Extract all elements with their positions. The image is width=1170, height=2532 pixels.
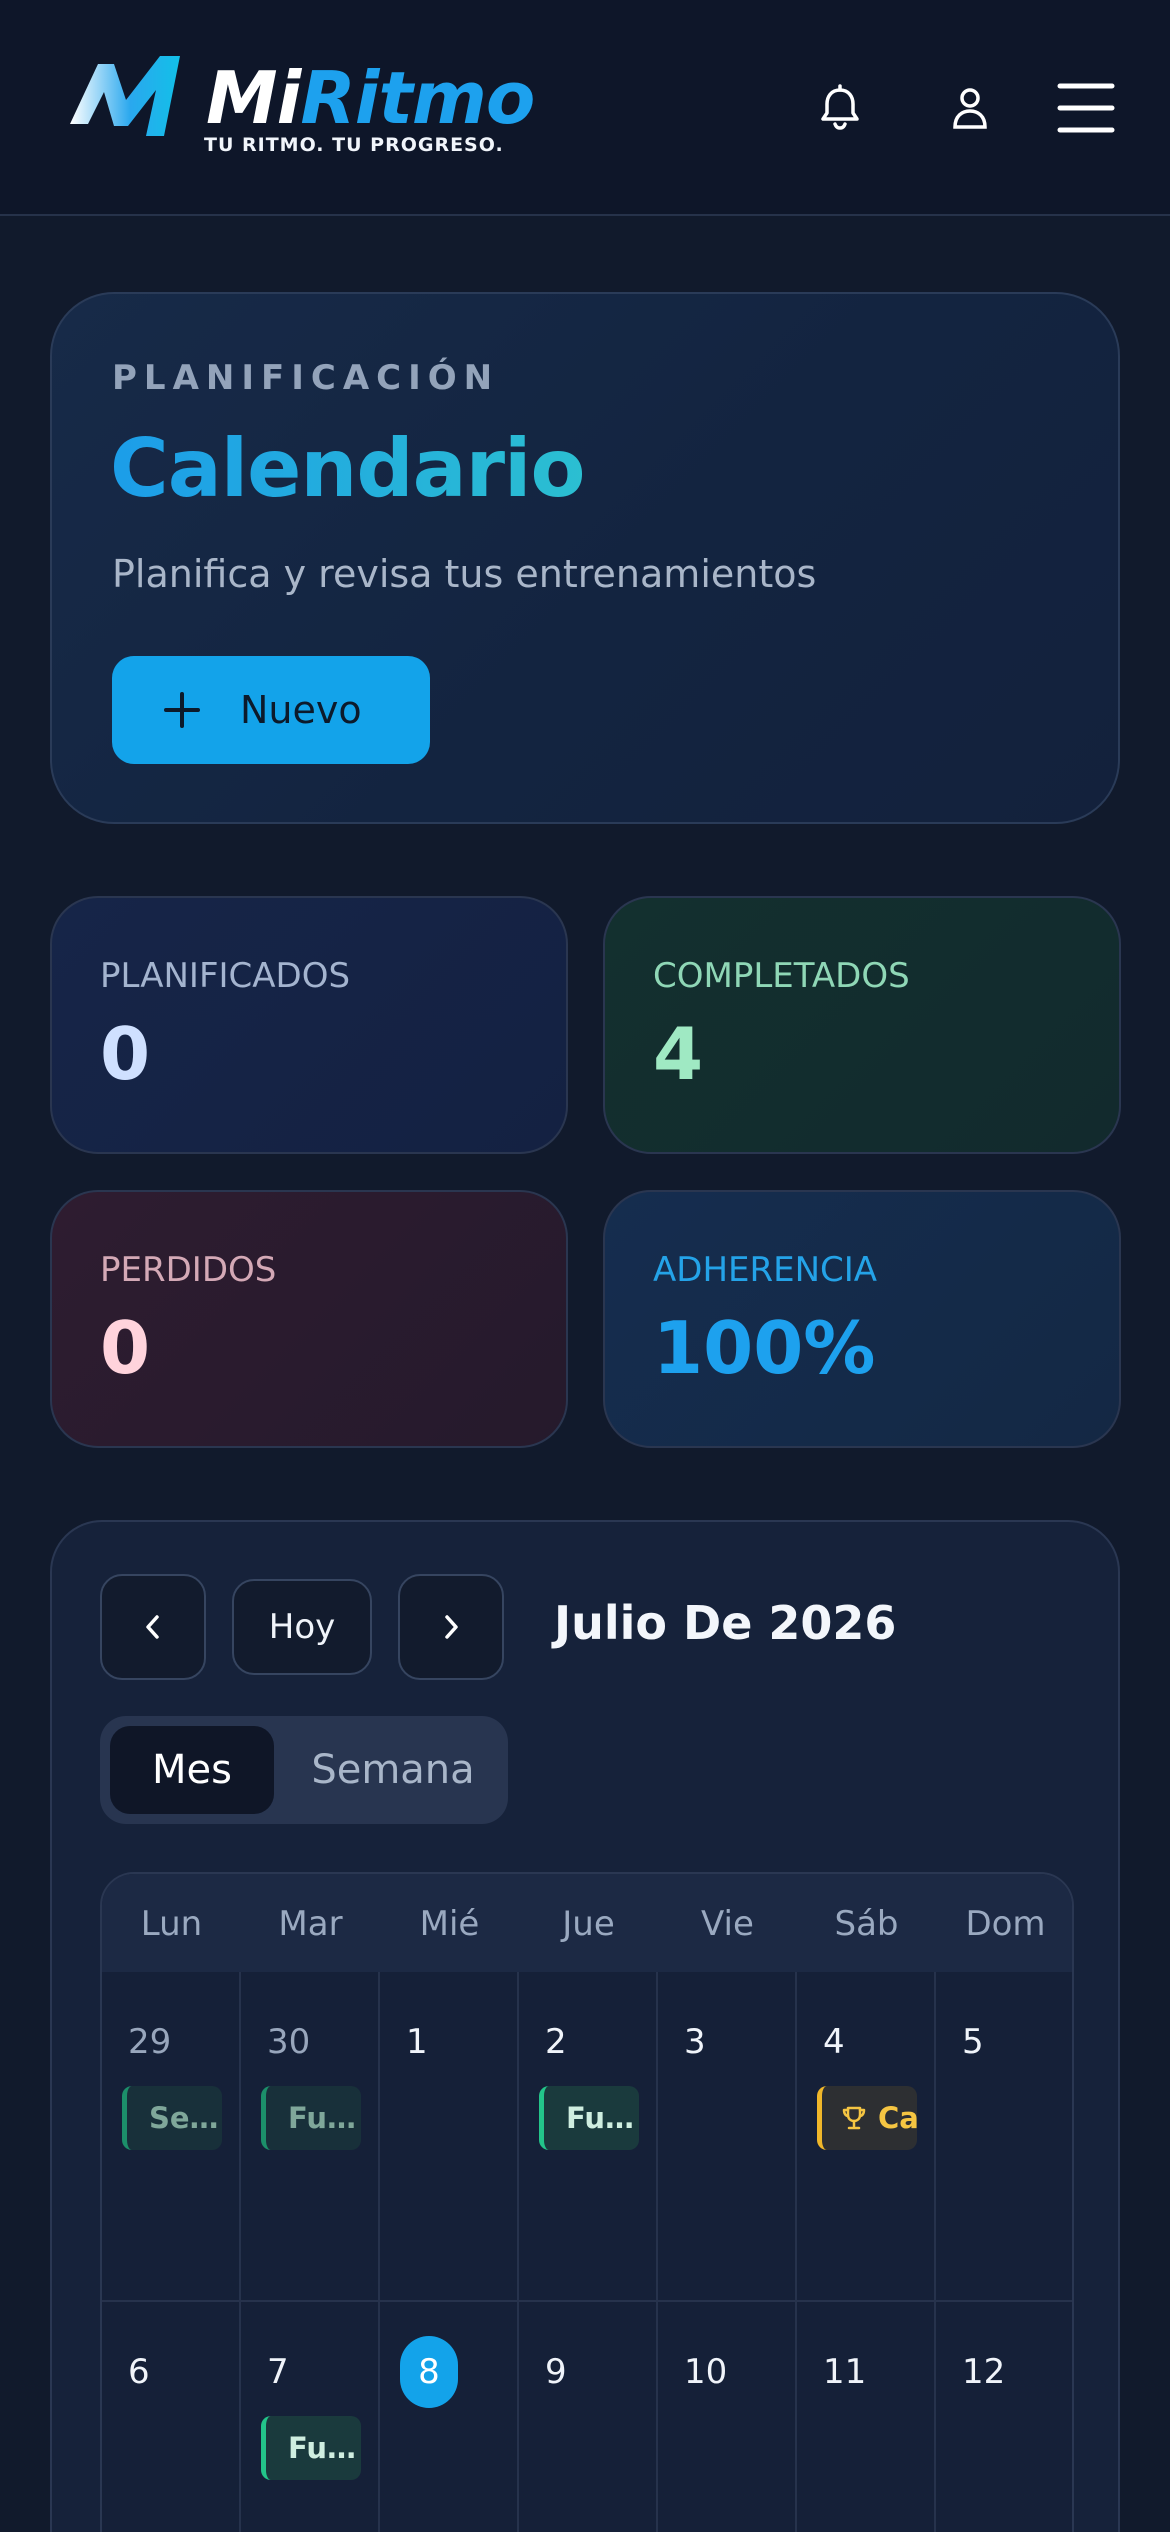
new-button-label: Nuevo	[240, 688, 362, 732]
new-workout-button[interactable]: Nuevo	[112, 656, 430, 764]
day-number: 4	[823, 2022, 845, 2062]
day-number: 29	[128, 2022, 172, 2062]
user-icon[interactable]	[942, 80, 998, 136]
calendar-event[interactable]: Se…	[122, 2086, 222, 2150]
day-number: 2	[545, 2022, 567, 2062]
day-number: 6	[128, 2352, 150, 2392]
app-name-part2: Ritmo	[300, 56, 535, 140]
day-cell[interactable]: 29 Se…	[102, 1972, 241, 2302]
day-number: 3	[684, 2022, 706, 2062]
day-cell[interactable]: 11	[797, 2302, 936, 2532]
app-tagline: TU RITMO. TU PROGRESO.	[204, 134, 504, 156]
day-number: 30	[267, 2022, 311, 2062]
next-month-button[interactable]	[398, 1574, 504, 1680]
app-logo[interactable]: MiRitmo TU RITMO. TU PROGRESO.	[68, 52, 535, 162]
calendar-event[interactable]: Fu…	[261, 2086, 361, 2150]
day-cell[interactable]: 10	[658, 2302, 797, 2532]
stat-value: 4	[653, 1012, 704, 1096]
day-number: 7	[267, 2352, 289, 2392]
section-eyebrow: PLANIFICACIÓN	[112, 358, 500, 398]
day-cell[interactable]: 6	[102, 2302, 241, 2532]
day-cell[interactable]: 1	[380, 1972, 519, 2302]
weekday-label: Vie	[701, 1904, 754, 1944]
weekday-label: Lun	[140, 1904, 203, 1944]
plus-icon	[164, 692, 200, 728]
month-grid: Lun Mar Mié Jue Vie Sáb Dom 29 Se… 30 Fu…	[100, 1872, 1074, 2532]
calendar-event[interactable]: Fu…	[261, 2416, 361, 2480]
stat-completed-card: COMPLETADOS 4	[603, 896, 1121, 1154]
weekday-label: Mar	[278, 1904, 343, 1944]
stat-label: COMPLETADOS	[653, 956, 910, 996]
day-cell-today[interactable]: 8	[380, 2302, 519, 2532]
page-subtitle: Planifica y revisa tus entrenamientos	[112, 552, 817, 596]
day-cell[interactable]: 3	[658, 1972, 797, 2302]
app-header: MiRitmo TU RITMO. TU PROGRESO.	[0, 0, 1170, 216]
race-event-label: Ca	[878, 2101, 917, 2135]
day-number: 9	[545, 2352, 567, 2392]
weekday-label: Mié	[419, 1904, 480, 1944]
stat-adherence-card: ADHERENCIA 100%	[603, 1190, 1121, 1448]
weekday-label: Jue	[562, 1904, 615, 1944]
chevron-right-icon	[445, 1615, 458, 1639]
stat-label: PERDIDOS	[100, 1250, 277, 1290]
page-title: Calendario	[110, 422, 585, 515]
day-number: 12	[962, 2352, 1006, 2392]
view-month-button[interactable]: Mes	[110, 1726, 274, 1814]
day-number: 10	[684, 2352, 728, 2392]
stat-value: 0	[100, 1306, 151, 1390]
weekday-label: Dom	[965, 1904, 1046, 1944]
day-cell[interactable]: 4 Ca	[797, 1972, 936, 2302]
view-week-button[interactable]: Semana	[288, 1726, 498, 1814]
app-name: MiRitmo	[206, 54, 535, 142]
day-cell[interactable]: 7 Fu…	[241, 2302, 380, 2532]
trophy-icon	[842, 2106, 866, 2130]
menu-icon[interactable]	[1056, 80, 1116, 136]
stat-planned-card: PLANIFICADOS 0	[50, 896, 568, 1154]
day-cell[interactable]: 9	[519, 2302, 658, 2532]
app-name-part1: Mi	[206, 56, 301, 140]
day-number: 5	[962, 2022, 984, 2062]
day-cell[interactable]: 30 Fu…	[241, 1972, 380, 2302]
calendar-card: Hoy Julio De 2026 Mes Semana Lun Mar Mié…	[50, 1520, 1120, 2532]
stat-label: ADHERENCIA	[653, 1250, 878, 1290]
month-title: Julio De 2026	[554, 1596, 897, 1650]
view-toggle: Mes Semana	[100, 1716, 508, 1824]
logo-mark-icon	[70, 56, 180, 136]
stat-value: 0	[100, 1012, 151, 1096]
calendar-hero-card: PLANIFICACIÓN Calendario Planifica y rev…	[50, 292, 1120, 824]
day-cell[interactable]: 12	[936, 2302, 1072, 2532]
race-event[interactable]: Ca	[817, 2086, 917, 2150]
bell-icon[interactable]	[812, 80, 868, 136]
weekday-label: Sáb	[834, 1904, 899, 1944]
stat-value: 100%	[653, 1306, 876, 1390]
today-day-number: 8	[400, 2336, 458, 2408]
calendar-event[interactable]: Fu…	[539, 2086, 639, 2150]
day-number: 11	[823, 2352, 867, 2392]
chevron-left-icon	[146, 1615, 159, 1639]
stat-label: PLANIFICADOS	[100, 956, 351, 996]
today-button[interactable]: Hoy	[232, 1579, 372, 1675]
day-cell[interactable]: 5	[936, 1972, 1072, 2302]
stat-missed-card: PERDIDOS 0	[50, 1190, 568, 1448]
weekday-header-row: Lun Mar Mié Jue Vie Sáb Dom	[102, 1874, 1072, 1972]
prev-month-button[interactable]	[100, 1574, 206, 1680]
day-number: 1	[406, 2022, 428, 2062]
day-cell[interactable]: 2 Fu…	[519, 1972, 658, 2302]
